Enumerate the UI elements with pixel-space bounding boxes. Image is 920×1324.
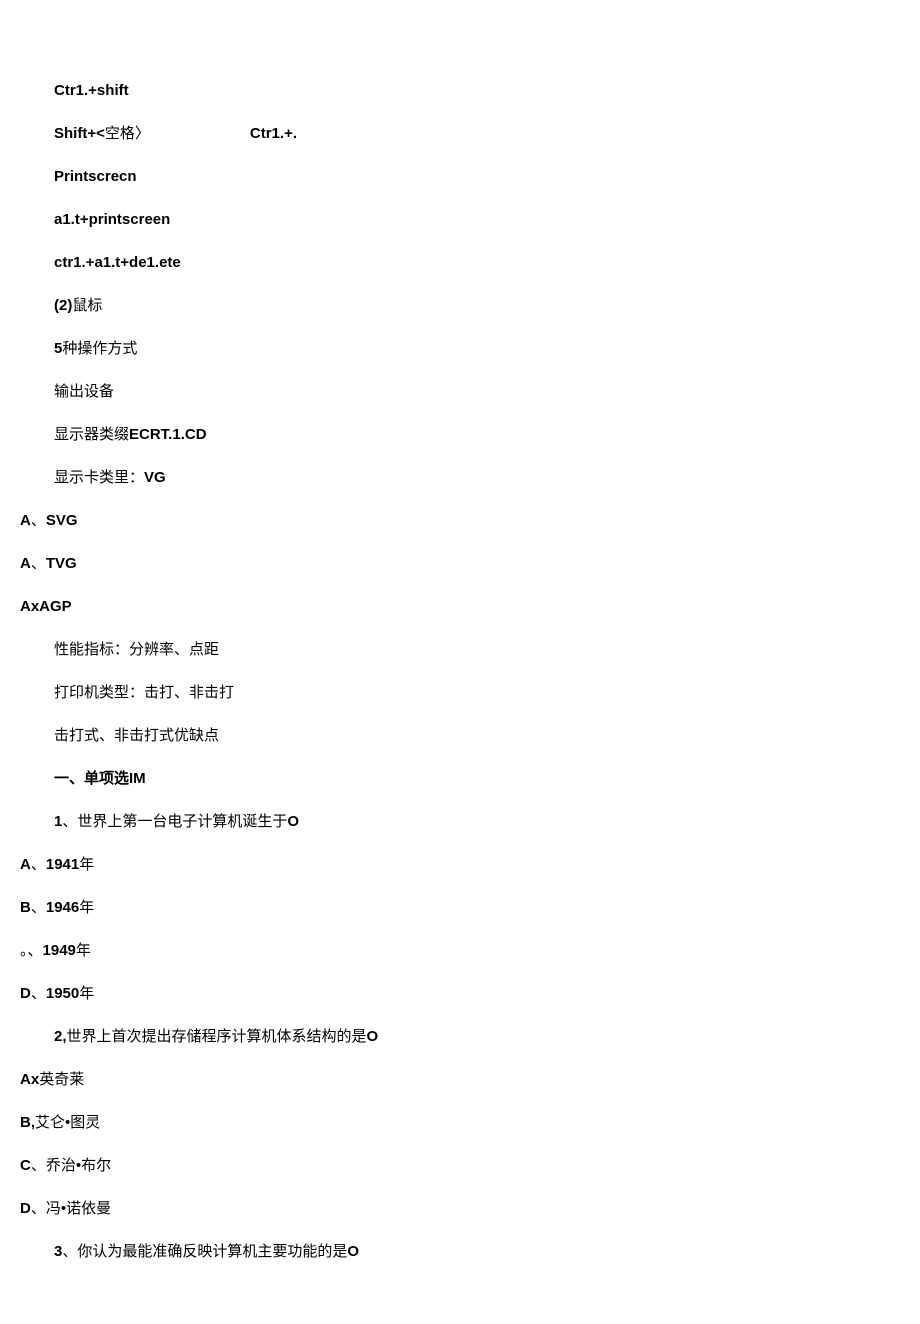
text-span: A xyxy=(20,553,31,574)
text-span: 显示卡类里： xyxy=(54,467,144,488)
text-span: 输出设备 xyxy=(54,381,114,402)
text-span: 、 xyxy=(31,854,46,875)
text-span: 空格 xyxy=(105,123,135,144)
text-line: A、TVG xyxy=(20,553,900,574)
text-span: C xyxy=(20,1155,31,1176)
text-span: 1950 xyxy=(46,983,79,1004)
text-span: D xyxy=(20,983,31,1004)
text-span: 击打式、非击打式优缺点 xyxy=(54,725,219,746)
text-span: 、世界上第一台电子计算机诞生于 xyxy=(62,811,287,832)
text-line: 3、你认为最能准确反映计算机主要功能的是O xyxy=(20,1241,900,1262)
text-span: 一、单项选 xyxy=(54,768,129,789)
text-line: 。、1949年 xyxy=(20,940,900,961)
text-span: 鼠标 xyxy=(72,295,102,316)
text-span: 种操作方式 xyxy=(62,338,137,359)
text-span: a1.t+printscreen xyxy=(54,209,170,230)
text-line: 击打式、非击打式优缺点 xyxy=(20,725,900,746)
text-span: 、 xyxy=(31,553,46,574)
text-line: 1、世界上第一台电子计算机诞生于O xyxy=(20,811,900,832)
text-line: 显示卡类里：VG xyxy=(20,467,900,488)
text-line: a1.t+printscreen xyxy=(20,209,900,230)
text-span: 。、 xyxy=(20,940,43,961)
text-span: Ctr1.+shift xyxy=(54,80,129,101)
text-span: Ax xyxy=(20,1069,39,1090)
text-span: 年 xyxy=(79,983,94,1004)
text-span: (2) xyxy=(54,295,72,316)
text-span: 、冯•诺依曼 xyxy=(31,1198,111,1219)
text-span: 1941 xyxy=(46,854,79,875)
text-line: A、SVG xyxy=(20,510,900,531)
text-span: A xyxy=(20,510,31,531)
text-span: 显示器类缀 xyxy=(54,424,129,445)
text-span: VG xyxy=(144,467,166,488)
text-line: C、乔治•布尔 xyxy=(20,1155,900,1176)
text-span: SVG xyxy=(46,510,78,531)
text-span: 年 xyxy=(79,897,94,918)
text-span: TVG xyxy=(46,553,77,574)
text-line: A、 1941年 xyxy=(20,854,900,875)
text-line: 性能指标：分辨率、点距 xyxy=(20,639,900,660)
text-span: 1946 xyxy=(46,897,79,918)
text-line: B,艾仑•图灵 xyxy=(20,1112,900,1133)
text-span: 、 xyxy=(31,983,46,1004)
text-span: 英奇莱 xyxy=(39,1069,84,1090)
text-span: 打印机类型：击打、非击打 xyxy=(54,682,234,703)
text-span: D xyxy=(20,1198,31,1219)
text-span: 2, xyxy=(54,1026,67,1047)
text-span: 1949 xyxy=(43,940,76,961)
text-span: IM xyxy=(129,768,146,789)
text-line: 输出设备 xyxy=(20,381,900,402)
text-line: ctr1.+a1.t+de1.ete xyxy=(20,252,900,273)
text-span: ctr1.+a1.t+de1.ete xyxy=(54,252,181,273)
text-line: (2)鼠标 xyxy=(20,295,900,316)
text-span: 年 xyxy=(76,940,91,961)
text-span: 3 xyxy=(54,1241,62,1262)
text-span: 1 xyxy=(54,811,62,832)
text-span: O xyxy=(287,811,299,832)
text-line: D、冯•诺依曼 xyxy=(20,1198,900,1219)
text-span: Shift+< xyxy=(54,123,105,144)
text-span: 年 xyxy=(79,854,94,875)
text-span: 〉 xyxy=(135,123,150,144)
text-span: 、你认为最能准确反映计算机主要功能的是 xyxy=(62,1241,347,1262)
text-span: 世界上首次提出存储程序计算机体系结构的是 xyxy=(67,1026,367,1047)
text-span: Printscrecn xyxy=(54,166,137,187)
text-span: Ctr1.+. xyxy=(250,123,297,144)
text-span: 5 xyxy=(54,338,62,359)
text-line: 2,世界上首次提出存储程序计算机体系结构的是O xyxy=(20,1026,900,1047)
text-line: 打印机类型：击打、非击打 xyxy=(20,682,900,703)
text-span: B xyxy=(20,897,31,918)
text-line: B、 1946年 xyxy=(20,897,900,918)
text-span: 性能指标：分辨率、点距 xyxy=(54,639,219,660)
text-span: 、 xyxy=(31,510,46,531)
text-line: Printscrecn xyxy=(20,166,900,187)
text-span: AxAGP xyxy=(20,596,72,617)
text-line: D、1950年 xyxy=(20,983,900,1004)
text-span: 、乔治•布尔 xyxy=(31,1155,111,1176)
text-span: 、 xyxy=(31,897,46,918)
text-line: Ctr1.+shift xyxy=(20,80,900,101)
text-span: O xyxy=(347,1241,359,1262)
text-line: 5种操作方式 xyxy=(20,338,900,359)
text-line: 一、单项选IM xyxy=(20,768,900,789)
text-line: Shift+<空格〉 Ctr1.+. xyxy=(20,123,900,144)
text-line: AxAGP xyxy=(20,596,900,617)
text-span: O xyxy=(367,1026,379,1047)
document-page: Ctr1.+shift Shift+<空格〉 Ctr1.+. Printscrecn a… xyxy=(0,0,920,1324)
text-span: 艾仑•图灵 xyxy=(35,1112,100,1133)
text-line: 显示器类缀ECRT.1.CD xyxy=(20,424,900,445)
text-span: A xyxy=(20,854,31,875)
text-span: B, xyxy=(20,1112,35,1133)
text-span: ECRT.1.CD xyxy=(129,424,207,445)
text-line: Ax英奇莱 xyxy=(20,1069,900,1090)
